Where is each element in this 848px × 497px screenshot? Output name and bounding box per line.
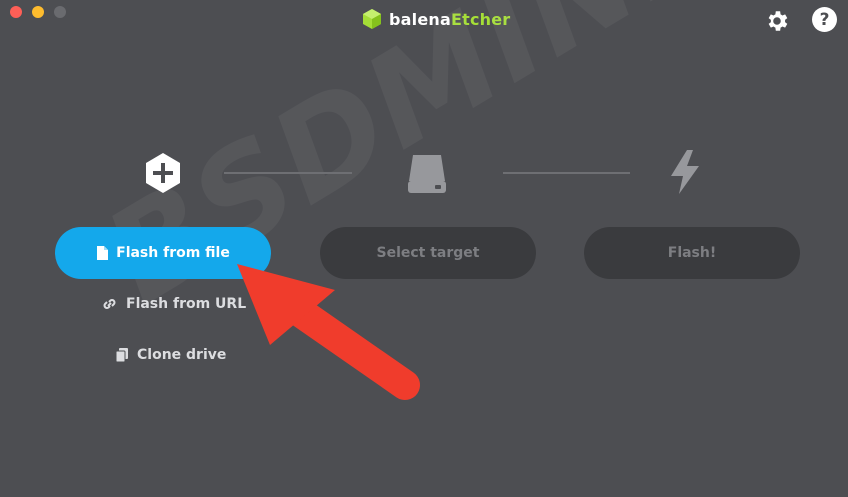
copy-icon bbox=[115, 348, 128, 362]
help-icon: ? bbox=[819, 9, 830, 30]
minimize-window-button[interactable] bbox=[32, 6, 44, 18]
close-window-button[interactable] bbox=[10, 6, 22, 18]
lightning-icon bbox=[671, 150, 699, 194]
clone-drive-link[interactable]: Clone drive bbox=[115, 347, 226, 363]
select-target-label: Select target bbox=[376, 245, 480, 261]
gear-icon[interactable] bbox=[764, 8, 790, 34]
flash-from-url-link[interactable]: Flash from URL bbox=[101, 296, 246, 312]
flash-from-url-label: Flash from URL bbox=[126, 296, 247, 312]
flash-label: Flash! bbox=[667, 245, 717, 261]
select-target-button[interactable]: Select target bbox=[320, 227, 536, 279]
help-button[interactable]: ? bbox=[812, 7, 837, 32]
file-icon bbox=[97, 246, 109, 260]
flash-button[interactable]: Flash! bbox=[584, 227, 800, 279]
zoom-window-button[interactable] bbox=[54, 6, 66, 18]
step-connector bbox=[224, 172, 352, 174]
flash-from-file-button[interactable]: Flash from file bbox=[55, 227, 271, 279]
clone-drive-label: Clone drive bbox=[137, 347, 227, 363]
drive-icon bbox=[408, 155, 446, 193]
plus-hexagon-icon bbox=[146, 153, 180, 193]
watermark: BSDMINERS bbox=[81, 0, 848, 334]
step-connector bbox=[503, 172, 630, 174]
flash-from-file-label: Flash from file bbox=[116, 245, 230, 261]
link-icon bbox=[103, 299, 116, 309]
